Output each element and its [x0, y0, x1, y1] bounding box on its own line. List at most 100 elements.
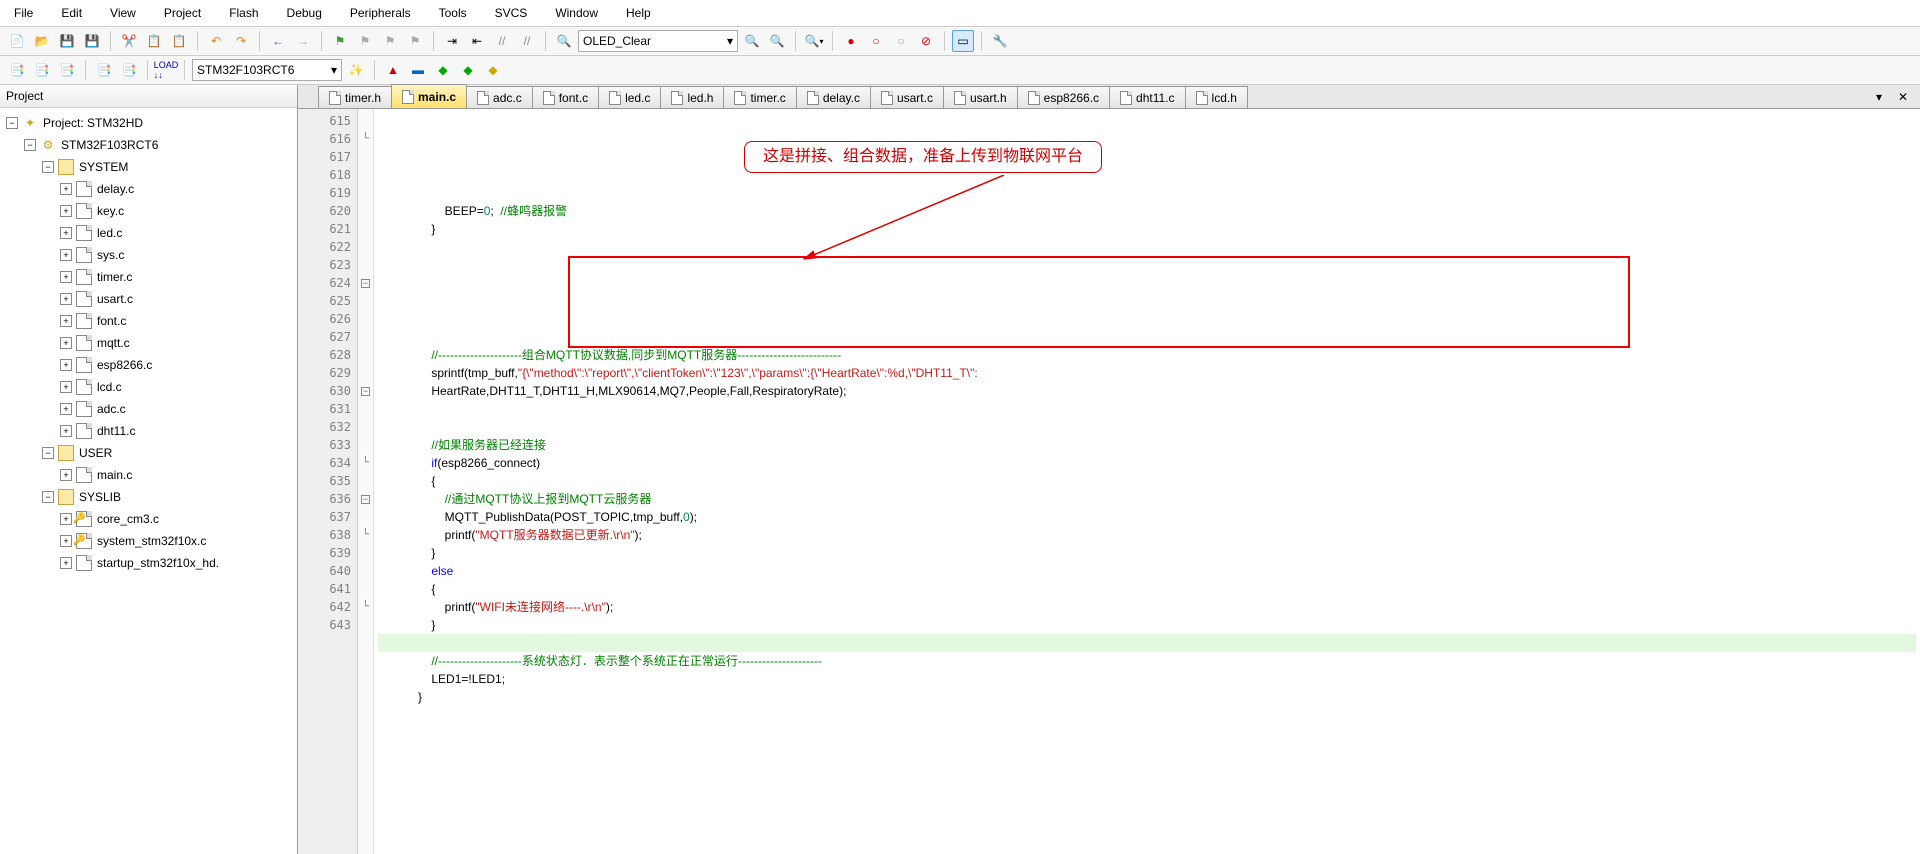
- undo-button[interactable]: ↶: [205, 30, 227, 52]
- tree-file[interactable]: +dht11.c: [60, 420, 295, 442]
- tree-group-user[interactable]: −USER: [42, 442, 295, 464]
- code-line[interactable]: }: [378, 616, 1916, 634]
- tree-root[interactable]: −✦Project: STM32HD: [6, 112, 295, 134]
- tree-file[interactable]: +mqtt.c: [60, 332, 295, 354]
- tree-file[interactable]: +timer.c: [60, 266, 295, 288]
- menu-peripherals[interactable]: Peripherals: [344, 4, 417, 22]
- menu-debug[interactable]: Debug: [281, 4, 328, 22]
- bookmark-next-button[interactable]: ⚑: [379, 30, 401, 52]
- project-tree[interactable]: −✦Project: STM32HD−⚙STM32F103RCT6−SYSTEM…: [0, 108, 297, 854]
- indent-button[interactable]: ⇥: [441, 30, 463, 52]
- comment-button[interactable]: //: [491, 30, 513, 52]
- code-line[interactable]: }: [378, 544, 1916, 562]
- tree-file[interactable]: +led.c: [60, 222, 295, 244]
- tab-usart-c[interactable]: usart.c: [870, 86, 944, 108]
- tab-led-c[interactable]: led.c: [598, 86, 661, 108]
- tab-led-h[interactable]: led.h: [660, 86, 724, 108]
- copy-button[interactable]: 📋: [143, 30, 165, 52]
- tab-lcd-h[interactable]: lcd.h: [1185, 86, 1248, 108]
- code-line[interactable]: printf("MQTT服务器数据已更新.\r\n");: [378, 526, 1916, 544]
- tab-usart-h[interactable]: usart.h: [943, 86, 1018, 108]
- code-content[interactable]: 这是拼接、组合数据，准备上传到物联网平台 BEEP=0; //蜂鸣器报警 } /…: [374, 109, 1920, 854]
- code-line[interactable]: else: [378, 562, 1916, 580]
- code-line[interactable]: if(esp8266_connect): [378, 454, 1916, 472]
- code-line[interactable]: HeartRate,DHT11_T,DHT11_H,MLX90614,MQ7,P…: [378, 382, 1916, 400]
- code-line[interactable]: {: [378, 472, 1916, 490]
- code-line[interactable]: //---------------------系统状态灯．表示整个系统正在正常运…: [378, 652, 1916, 670]
- manage-books-button[interactable]: ◆: [432, 59, 454, 81]
- bookmark-button[interactable]: ⚑: [329, 30, 351, 52]
- code-line[interactable]: [378, 418, 1916, 436]
- code-line[interactable]: BEEP=0; //蜂鸣器报警: [378, 202, 1916, 220]
- code-line[interactable]: [378, 706, 1916, 724]
- bookmark-clear-button[interactable]: ⚑: [404, 30, 426, 52]
- breakpoint-disable-button[interactable]: ○: [890, 30, 912, 52]
- code-line[interactable]: }: [378, 220, 1916, 238]
- open-button[interactable]: 📂: [31, 30, 53, 52]
- code-line[interactable]: LED1=!LED1;: [378, 670, 1916, 688]
- cut-button[interactable]: ✂️: [118, 30, 140, 52]
- code-line[interactable]: {: [378, 580, 1916, 598]
- code-line[interactable]: MQTT_PublishData(POST_TOPIC,tmp_buff,0);: [378, 508, 1916, 526]
- nav-back-button[interactable]: ←: [267, 30, 289, 52]
- translate-button[interactable]: 📑: [6, 59, 28, 81]
- rebuild-button[interactable]: 📑: [56, 59, 78, 81]
- code-line[interactable]: [378, 400, 1916, 418]
- fold-column[interactable]: └−−└−└└: [358, 109, 374, 854]
- tab-esp8266-c[interactable]: esp8266.c: [1017, 86, 1110, 108]
- window-button[interactable]: ▭: [952, 30, 974, 52]
- tree-file[interactable]: +delay.c: [60, 178, 295, 200]
- tree-file[interactable]: +sys.c: [60, 244, 295, 266]
- tab-timer-h[interactable]: timer.h: [318, 86, 392, 108]
- breakpoint-kill-button[interactable]: ⊘: [915, 30, 937, 52]
- code-line[interactable]: [378, 634, 1916, 652]
- save-button[interactable]: 💾: [56, 30, 78, 52]
- code-line[interactable]: sprintf(tmp_buff,"{\"method\":\"report\"…: [378, 364, 1916, 382]
- code-line[interactable]: //---------------------组合MQTT协议数据,同步到MQT…: [378, 346, 1916, 364]
- menu-window[interactable]: Window: [549, 4, 604, 22]
- pack-installer-button[interactable]: ◆: [482, 59, 504, 81]
- manage-rte-button[interactable]: ◆: [457, 59, 479, 81]
- debug-config-button[interactable]: 🔍▾: [803, 30, 825, 52]
- code-line[interactable]: [378, 238, 1916, 256]
- tree-file[interactable]: +lcd.c: [60, 376, 295, 398]
- paste-button[interactable]: 📋: [168, 30, 190, 52]
- download-button[interactable]: LOAD↓↓: [155, 59, 177, 81]
- tree-file[interactable]: +🔑core_cm3.c: [60, 508, 295, 530]
- configure-button[interactable]: 🔧: [989, 30, 1011, 52]
- tab-delay-c[interactable]: delay.c: [796, 86, 871, 108]
- tree-file[interactable]: +key.c: [60, 200, 295, 222]
- breakpoint-enable-button[interactable]: ○: [865, 30, 887, 52]
- tree-group-system[interactable]: −SYSTEM: [42, 156, 295, 178]
- save-all-button[interactable]: 💾: [81, 30, 103, 52]
- menu-file[interactable]: File: [8, 4, 39, 22]
- find-combo[interactable]: OLED_Clear ▾: [578, 30, 738, 52]
- tab-menu-button[interactable]: ▾: [1868, 86, 1890, 108]
- tab-main-c[interactable]: main.c: [391, 84, 467, 108]
- menu-svcs[interactable]: SVCS: [489, 4, 534, 22]
- redo-button[interactable]: ↷: [230, 30, 252, 52]
- menu-project[interactable]: Project: [158, 4, 207, 22]
- tree-file[interactable]: +main.c: [60, 464, 295, 486]
- tab-adc-c[interactable]: adc.c: [466, 86, 533, 108]
- code-editor[interactable]: 6156166176186196206216226236246256266276…: [298, 109, 1920, 854]
- new-file-button[interactable]: 📄: [6, 30, 28, 52]
- find-in-files-button[interactable]: 🔍: [553, 30, 575, 52]
- multi-project-button[interactable]: ▬: [407, 59, 429, 81]
- target-combo[interactable]: STM32F103RCT6 ▾: [192, 59, 342, 81]
- menu-help[interactable]: Help: [620, 4, 657, 22]
- bookmark-prev-button[interactable]: ⚑: [354, 30, 376, 52]
- tree-group-syslib[interactable]: −SYSLIB: [42, 486, 295, 508]
- manage-project-button[interactable]: ▲: [382, 59, 404, 81]
- tree-target[interactable]: −⚙STM32F103RCT6: [24, 134, 295, 156]
- code-line[interactable]: }: [378, 688, 1916, 706]
- menu-edit[interactable]: Edit: [55, 4, 88, 22]
- tab-close-button[interactable]: ✕: [1892, 86, 1914, 108]
- nav-forward-button[interactable]: →: [292, 30, 314, 52]
- code-line[interactable]: //通过MQTT协议上报到MQTT云服务器: [378, 490, 1916, 508]
- tab-dht11-c[interactable]: dht11.c: [1109, 86, 1185, 108]
- code-line[interactable]: printf("WIFI未连接网络----.\r\n");: [378, 598, 1916, 616]
- find-button[interactable]: 🔍: [741, 30, 763, 52]
- menu-view[interactable]: View: [104, 4, 142, 22]
- tab-font-c[interactable]: font.c: [532, 86, 599, 108]
